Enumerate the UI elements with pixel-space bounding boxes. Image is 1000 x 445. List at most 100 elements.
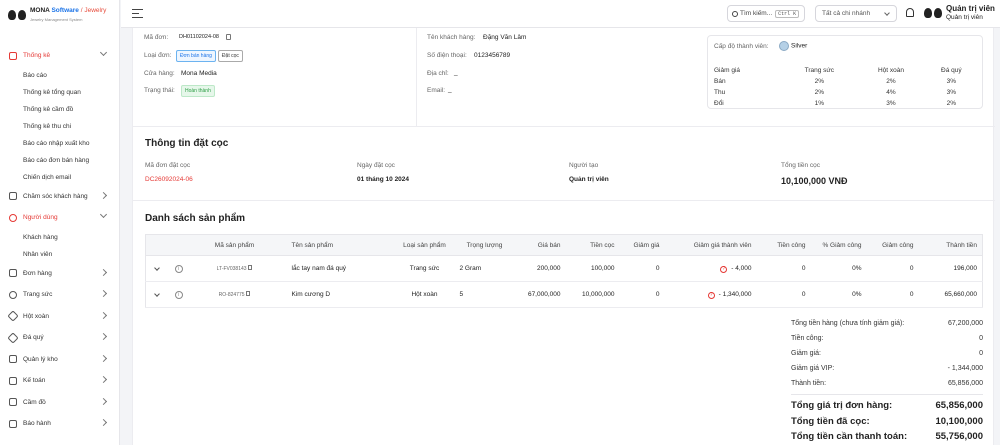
expand-row-icon[interactable] — [153, 265, 160, 271]
user-menu[interactable]: Quản trị viên Quản trị viên — [924, 4, 995, 22]
product-labor-discount: 0 — [864, 281, 917, 308]
sidebar-subitem-thong-ke-tong-quan[interactable]: Thống kê tổng quan — [0, 84, 120, 101]
summary-label: Thành tiền: — [791, 380, 827, 387]
sidebar-item-label: Thống kê — [23, 52, 51, 60]
user-icon — [9, 213, 17, 222]
summary-label: Tổng tiền cần thanh toán: — [791, 431, 908, 442]
product-labor: 0 — [754, 281, 809, 308]
sidebar-subitem-nhan-vien[interactable]: Nhân viên — [0, 246, 120, 263]
summary-value: 67,200,000 — [947, 320, 983, 327]
product-deposit: 100,000 — [563, 255, 618, 282]
branch-select[interactable]: Tất cả chi nhánh — [815, 5, 897, 22]
sidebar-subitem-bao-cao-nhap-xuat-kho[interactable]: Báo cáo nhập xuất kho — [0, 135, 120, 152]
product-discount: 0 — [617, 255, 663, 282]
gem-icon — [7, 332, 19, 344]
product-price: 200,000 — [509, 255, 564, 282]
chevron-right-icon — [99, 397, 108, 405]
expand-row-icon[interactable] — [153, 291, 160, 297]
product-labor-discount: 0 — [864, 255, 917, 282]
sidebar-item-ke-toan[interactable]: Kế toán — [0, 370, 120, 392]
summary-value: 10,100,000 — [935, 416, 983, 427]
copy-icon[interactable] — [226, 34, 231, 40]
products-section-title: Danh sách sản phẩm — [145, 213, 246, 224]
email-value: _ — [448, 86, 452, 93]
product-weight: 2 Gram — [459, 255, 510, 282]
sidebar-subitem-khach-hang[interactable]: Khách hàng — [0, 229, 120, 246]
table-header: Hột xoàn — [877, 67, 905, 74]
phone-label: Số điện thoại: — [427, 52, 467, 59]
order-detail-panel: Mã đơn: DH01102024-08 Loại đơn: Đơn bán … — [132, 28, 995, 445]
sidebar-item-label: Chăm sóc khách hàng — [23, 192, 88, 200]
sidebar-item-nguoi-dung[interactable]: Người dùng — [0, 207, 120, 229]
order-type-tag-deposit: Đặt cọc — [217, 50, 243, 62]
sidebar-item-quan-ly-kho[interactable]: Quản lý kho — [0, 349, 120, 371]
sidebar-item-trang-suc[interactable]: Trang sức — [0, 284, 120, 306]
sidebar-item-label: Kế toán — [23, 377, 46, 385]
table-header — [167, 234, 190, 256]
info-icon[interactable]: i — [174, 290, 183, 299]
sidebar-item-label: Trang sức — [23, 291, 53, 299]
sidebar-subitem-bao-cao-don-ban-hang[interactable]: Báo cáo đơn bán hàng — [0, 152, 120, 169]
brand-jewelry: Jewelry — [84, 7, 107, 14]
sidebar-subitem-thong-ke-cam-do[interactable]: Thống kê cầm đồ — [0, 101, 120, 118]
address-label: Địa chỉ: — [427, 70, 449, 77]
table-header: Giảm công — [864, 234, 917, 256]
order-type-tag-sale: Đơn bán hàng — [176, 50, 216, 62]
table-cell: 4% — [886, 89, 896, 96]
sidebar-item-cham-soc-khach-hang[interactable]: Chăm sóc khách hàng — [0, 186, 120, 208]
sidebar-subitem-thong-ke-thu-chi[interactable]: Thống kê thu chi — [0, 118, 120, 135]
info-icon[interactable]: i — [174, 264, 183, 273]
sidebar-item-label: Người dùng — [23, 214, 58, 222]
product-discount: 0 — [617, 281, 663, 308]
table-header: Tiền công — [754, 234, 809, 256]
sidebar-item-bao-hanh[interactable]: Báo hành — [0, 413, 120, 435]
status-badge: Hoàn thành — [181, 85, 215, 97]
summary-value: 55,756,000 — [935, 431, 983, 442]
table-header: Trọng lượng — [459, 234, 510, 256]
avatar — [924, 5, 942, 21]
summary-value: - 1,344,000 — [947, 365, 983, 372]
panda-logo-icon — [8, 7, 26, 23]
product-deposit: 10,000,000 — [563, 281, 618, 308]
sidebar-subitem-chien-dich-email[interactable]: Chiến dịch email — [0, 169, 120, 186]
table-header: Đá quý — [941, 67, 962, 74]
membership-level: Silver — [791, 42, 808, 50]
sidebar-item-cam-do[interactable]: Cầm đồ — [0, 392, 120, 414]
table-cell: 1% — [814, 100, 825, 107]
calculator-icon — [9, 376, 17, 385]
user-role: Quản trị viên — [946, 14, 983, 21]
deposit-code-link[interactable]: DC26092024-06 — [145, 176, 193, 183]
chart-icon — [9, 51, 17, 60]
product-labor-pct: 0% — [808, 255, 865, 282]
copy-icon[interactable] — [246, 291, 251, 296]
table-row: Đổi 1% 3% 2% — [714, 98, 978, 109]
sidebar-item-thong-ke[interactable]: Thống kê — [0, 45, 120, 67]
deposit-code-label: Mã đơn đặt cọc — [145, 162, 191, 169]
sidebar-item-don-hang[interactable]: Đơn hàng — [0, 263, 120, 285]
sidebar-item-da-quy[interactable]: Đá quý — [0, 327, 120, 349]
ring-icon — [9, 290, 17, 299]
copy-icon[interactable] — [248, 265, 253, 270]
table-header: % Giảm công — [808, 234, 865, 256]
table-row: i RO-824775 Kim cương D Hột xoàn 5 67,00… — [145, 281, 983, 308]
question-icon[interactable]: ? — [707, 291, 715, 299]
summary-value: 0 — [979, 350, 983, 357]
table-header: Tên sản phẩm — [279, 234, 390, 256]
table-header — [145, 234, 168, 256]
sidebar-item-label: Cầm đồ — [23, 398, 46, 406]
sidebar-item-hot-xoan[interactable]: Hột xoàn — [0, 306, 120, 328]
chevron-right-icon — [99, 332, 108, 341]
search-button[interactable]: Tìm kiếm... Ctrl K — [727, 5, 805, 22]
address-value: _ — [454, 69, 458, 76]
summary-label: Giảm giá VIP: — [791, 365, 835, 372]
summary-value: 65,856,000 — [935, 400, 983, 411]
sidebar-subitem-bao-cao[interactable]: Báo cáo — [0, 67, 120, 84]
brand-logo[interactable]: MONA Software / Jewelry Jewelry Manageme… — [8, 6, 106, 24]
product-total: 65,660,000 — [916, 281, 983, 308]
hamburger-menu-icon[interactable] — [132, 9, 143, 19]
summary-label: Tổng giá trị đơn hàng: — [791, 400, 893, 411]
bell-icon[interactable] — [906, 8, 914, 17]
question-icon[interactable]: ? — [720, 265, 728, 273]
deposit-total-label: Tổng tiền cọc — [781, 162, 821, 169]
summary-label: Tổng tiền hàng (chưa tính giảm giá): — [791, 320, 905, 327]
